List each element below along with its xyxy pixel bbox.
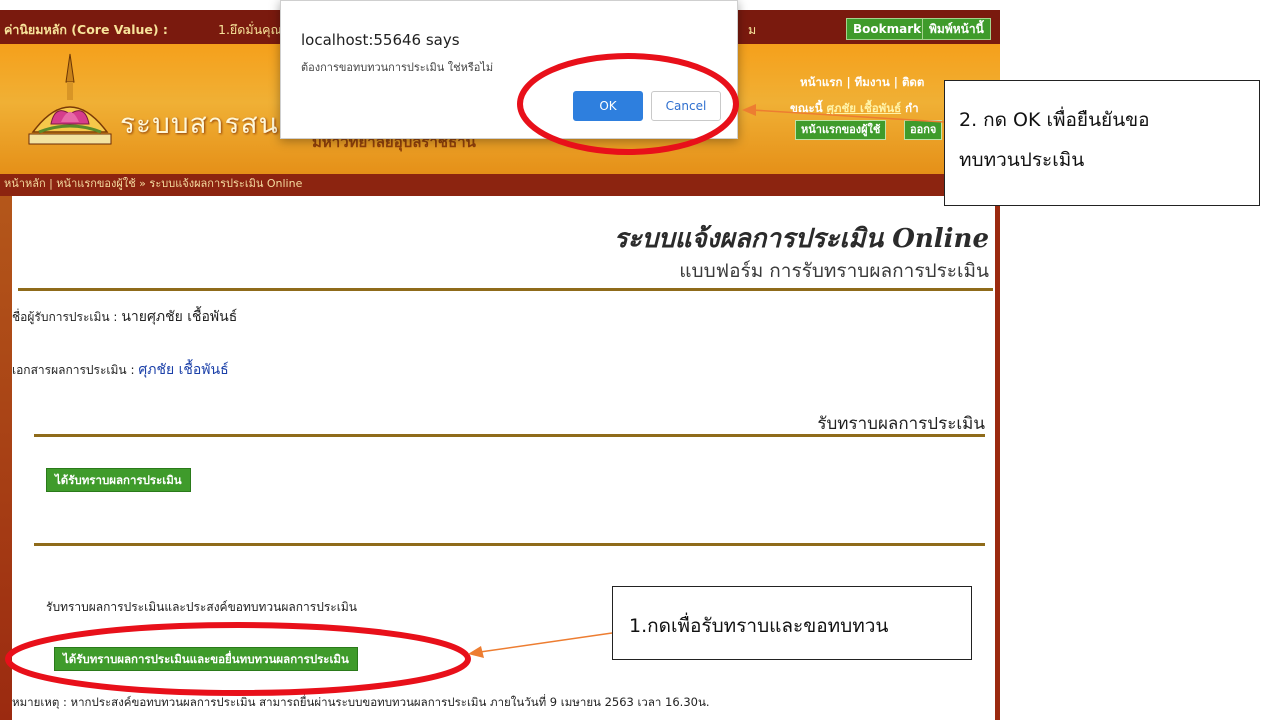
core-value-label: ค่านิยมหลัก (Core Value) : <box>4 22 168 37</box>
core-value-tail: ม <box>748 22 757 37</box>
print-button[interactable]: พิมพ์หน้านี้ <box>922 18 991 40</box>
university-logo-icon <box>28 53 112 145</box>
evaluatee-name: นายศุภชัย เชื้อพันธ์ <box>121 309 238 325</box>
evaluatee-row: ชื่อผู้รับการประเมิน : นายศุภชัย เชื้อพั… <box>12 306 237 328</box>
callout-request-review: 1.กดเพื่อรับทราบและขอทบทวน <box>612 586 972 660</box>
logout-button[interactable]: ออกจ <box>904 120 943 140</box>
confirm-dialog: localhost:55646 says ต้องการขอทบทวนการปร… <box>280 0 738 139</box>
dialog-message: ต้องการขอทบทวนการประเมิน ใช่หรือไม่ <box>301 61 494 74</box>
breadcrumb-text[interactable]: หน้าหลัก | หน้าแรกของผู้ใช้ » ระบบแจ้งผล… <box>4 177 302 190</box>
left-frame-border <box>0 196 12 720</box>
form-subtitle: แบบฟอร์ม การรับทราบผลการประเมิน <box>679 260 989 282</box>
site-title: ระบบสารสนเ <box>120 107 290 140</box>
core-value-item: 1.ยึดมั่นคุณ <box>218 22 283 37</box>
right-frame-border <box>995 196 1000 720</box>
document-link[interactable]: ศุภชัย เชื้อพันธ์ <box>138 362 228 378</box>
callout-1-text: 1.กดเพื่อรับทราบและขอทบทวน <box>629 615 889 637</box>
user-home-button[interactable]: หน้าแรกของผู้ใช้ <box>795 120 887 140</box>
breadcrumb[interactable]: หน้าหลัก | หน้าแรกของผู้ใช้ » ระบบแจ้งผล… <box>0 174 1000 196</box>
document-row: เอกสารผลการประเมิน : ศุภชัย เชื้อพันธ์ <box>12 359 229 381</box>
section-divider <box>34 434 985 437</box>
dialog-title: localhost:55646 says <box>301 31 460 49</box>
request-review-button[interactable]: ได้รับทราบผลการประเมินและขอยื่นทบทวนผลกา… <box>54 647 358 671</box>
title-divider <box>18 288 993 291</box>
acknowledge-button[interactable]: ได้รับทราบผลการประเมิน <box>46 468 191 492</box>
header-links[interactable]: หน้าแรก | ทีมงาน | ติดต <box>800 74 924 92</box>
dialog-ok-button[interactable]: OK <box>573 91 643 121</box>
document-label: เอกสารผลการประเมิน : <box>12 363 135 377</box>
review-label: รับทราบผลการประเมินและประสงค์ขอทบทวนผลกา… <box>46 600 357 614</box>
callout-2-line-1: 2. กด OK เพื่อยืนยันขอ <box>959 109 1150 131</box>
section-title: รับทราบผลการประเมิน <box>817 414 985 434</box>
evaluatee-label: ชื่อผู้รับการประเมิน : <box>12 310 118 324</box>
bookmark-button[interactable]: Bookmark <box>846 18 929 40</box>
user-status-suffix: กำ <box>905 101 919 115</box>
callout-confirm-ok: 2. กด OK เพื่อยืนยันขอ ทบทวนประเมิน <box>944 80 1260 206</box>
user-status-prefix: ขณะนี้ <box>790 101 823 115</box>
callout-2-line-2: ทบทวนประเมิน <box>959 149 1085 171</box>
deadline-note: หมายเหตุ : หากประสงค์ขอทบทวนผลการประเมิน… <box>12 695 710 709</box>
user-status: ขณะนี้ ศุภชัย เชื้อพันธ์ กำ <box>790 100 919 118</box>
user-name-link[interactable]: ศุภชัย เชื้อพันธ์ <box>827 101 902 115</box>
section-divider-2 <box>34 543 985 546</box>
page-title: ระบบแจ้งผลการประเมิน Online <box>613 224 989 254</box>
dialog-cancel-button[interactable]: Cancel <box>651 91 721 121</box>
